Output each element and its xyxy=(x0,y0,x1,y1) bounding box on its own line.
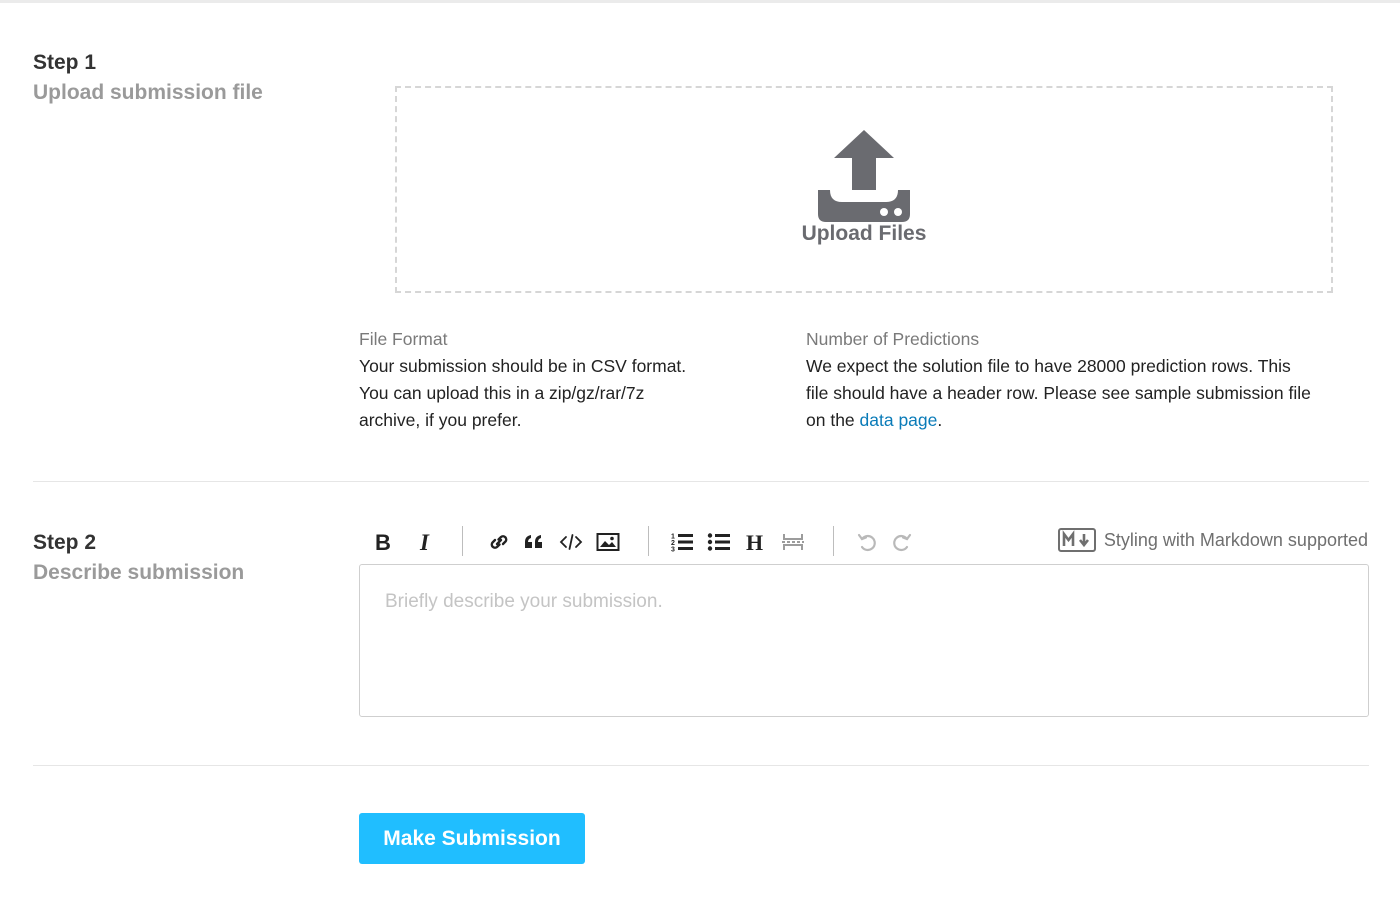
predictions-link-prefix: on the xyxy=(806,410,860,430)
step1-subtitle: Upload submission file xyxy=(33,81,263,104)
section-divider xyxy=(33,481,1369,482)
file-format-line: archive, if you prefer. xyxy=(359,410,522,430)
code-icon[interactable] xyxy=(556,526,586,558)
file-format-info: File Format Your submission should be in… xyxy=(359,326,759,434)
image-icon[interactable] xyxy=(593,526,623,558)
step1-title: Step 1 xyxy=(33,51,97,74)
upload-files-label: Upload Files xyxy=(801,222,927,245)
markdown-hint: Styling with Markdown supported xyxy=(1057,528,1368,552)
undo-icon[interactable] xyxy=(852,526,882,558)
file-format-line: You can upload this in a zip/gz/rar/7z xyxy=(359,383,645,403)
toolbar-separator xyxy=(648,526,649,556)
redo-icon[interactable] xyxy=(887,526,917,558)
markdown-hint-text: Styling with Markdown supported xyxy=(1103,529,1368,550)
section-divider xyxy=(33,765,1369,766)
step2-title: Step 2 xyxy=(33,531,97,554)
svg-text:3: 3 xyxy=(671,547,675,554)
data-page-link[interactable]: data page xyxy=(860,410,938,430)
predictions-link-suffix: . xyxy=(937,410,943,430)
bold-icon[interactable]: B xyxy=(369,526,399,558)
predictions-title: Number of Predictions xyxy=(806,329,980,349)
italic-icon[interactable]: I xyxy=(411,526,441,558)
toolbar-separator xyxy=(833,526,834,556)
predictions-info: Number of Predictions We expect the solu… xyxy=(806,326,1376,434)
svg-text:B: B xyxy=(375,530,391,554)
file-format-line: Your submission should be in CSV format. xyxy=(359,356,687,376)
link-icon[interactable] xyxy=(484,526,514,558)
make-submission-button[interactable]: Make Submission xyxy=(359,813,585,864)
upload-tray-icon xyxy=(818,130,910,222)
svg-text:H: H xyxy=(746,531,763,553)
upload-dropzone[interactable]: Upload Files xyxy=(395,86,1333,293)
svg-text:I: I xyxy=(419,530,430,554)
horizontal-rule-icon[interactable] xyxy=(778,526,808,558)
top-rule xyxy=(0,0,1400,3)
predictions-line: file should have a header row. Please se… xyxy=(806,383,1311,403)
heading-icon[interactable]: H xyxy=(741,526,771,558)
unordered-list-icon[interactable] xyxy=(704,526,734,558)
predictions-line-last: on the data page. xyxy=(806,407,1376,434)
predictions-line: We expect the solution file to have 2800… xyxy=(806,356,1291,376)
step2-subtitle: Describe submission xyxy=(33,561,245,584)
toolbar-separator xyxy=(462,526,463,556)
quote-icon[interactable] xyxy=(519,526,549,558)
file-format-title: File Format xyxy=(359,329,448,349)
submission-description-input[interactable] xyxy=(359,564,1369,717)
ordered-list-icon[interactable]: 123 xyxy=(667,526,697,558)
markdown-icon xyxy=(1057,528,1096,552)
markdown-toolbar: B I 123 H Styling with Markdown supporte… xyxy=(360,524,1368,560)
